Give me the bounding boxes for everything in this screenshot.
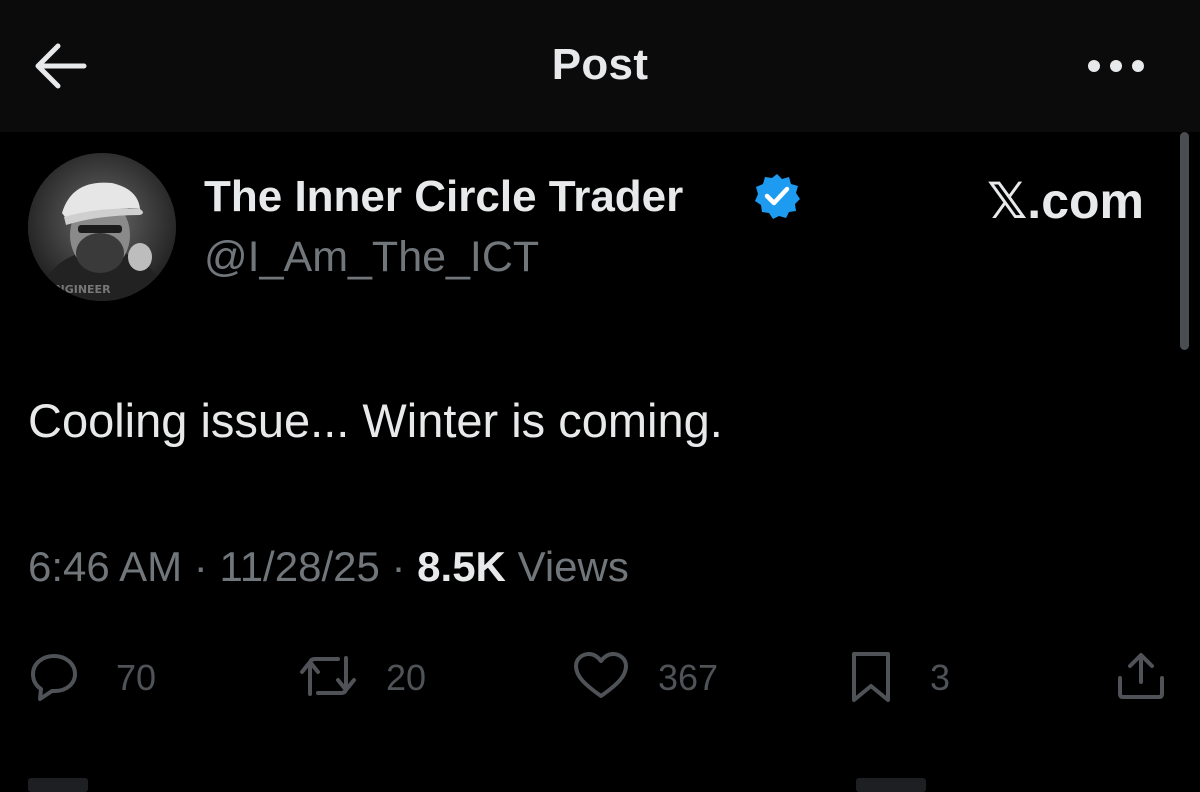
like-count: 367 bbox=[658, 657, 719, 698]
author-display-name[interactable]: The Inner Circle Trader bbox=[204, 172, 683, 222]
page-title: Post bbox=[551, 40, 649, 89]
avatar[interactable]: ENGINEER bbox=[28, 153, 176, 301]
reply-button[interactable]: 70 bbox=[28, 650, 168, 702]
views-count[interactable]: 8.5K bbox=[417, 543, 506, 590]
more-horizontal-icon bbox=[1088, 60, 1144, 72]
next-row-shape bbox=[856, 778, 926, 792]
author-handle[interactable]: @I_Am_The_ICT bbox=[204, 233, 539, 282]
avatar-caption: ENGINEER bbox=[48, 283, 111, 296]
post-date[interactable]: 11/28/25 bbox=[219, 543, 379, 590]
bookmark-button[interactable]: 3 bbox=[848, 650, 958, 702]
repost-button[interactable]: 20 bbox=[296, 650, 446, 702]
post-text: Cooling issue... Winter is coming. bbox=[28, 394, 723, 447]
avatar-image: ENGINEER bbox=[28, 153, 176, 301]
post-time[interactable]: 6:46 AM bbox=[28, 543, 182, 590]
repost-icon bbox=[300, 656, 356, 696]
repost-count: 20 bbox=[386, 657, 427, 698]
bookmark-count: 3 bbox=[930, 657, 951, 698]
verified-badge bbox=[752, 171, 802, 221]
next-row-peek bbox=[0, 778, 1200, 792]
views-label[interactable]: Views bbox=[518, 543, 629, 590]
reply-icon bbox=[31, 654, 77, 701]
more-options-button[interactable] bbox=[1084, 52, 1148, 80]
next-row-shape bbox=[28, 778, 88, 792]
top-app-bar: Post bbox=[0, 0, 1200, 132]
share-icon bbox=[1118, 653, 1164, 699]
brand-watermark: 𝕏.com bbox=[987, 173, 1144, 229]
like-button[interactable]: 367 bbox=[572, 650, 732, 702]
verified-badge-icon bbox=[755, 174, 800, 219]
heart-icon bbox=[574, 652, 628, 698]
reply-count: 70 bbox=[116, 657, 157, 698]
scrollbar[interactable] bbox=[1180, 132, 1189, 350]
meta-separator: · bbox=[193, 543, 208, 590]
meta-separator: · bbox=[391, 543, 406, 590]
bookmark-icon bbox=[852, 652, 890, 702]
share-button[interactable] bbox=[1112, 650, 1172, 702]
post-meta: 6:46 AM · 11/28/25 · 8.5K Views bbox=[28, 543, 629, 591]
